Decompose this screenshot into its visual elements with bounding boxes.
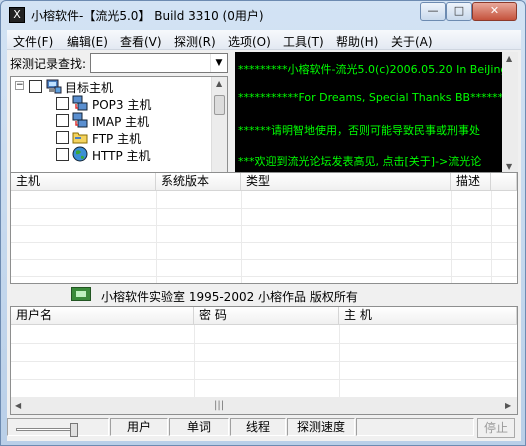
tree-item-imap[interactable]: IMAP 主机 xyxy=(11,112,211,129)
minimize-icon: — xyxy=(427,4,439,17)
tree-checkbox[interactable] xyxy=(56,131,69,144)
grid-line xyxy=(11,259,517,260)
search-input[interactable] xyxy=(91,54,209,72)
console-line: ***********For Dreams, Special Thanks BB… xyxy=(238,91,518,104)
host-list[interactable]: 主机 系统版本 类型 描述 xyxy=(10,172,518,284)
network-host-icon xyxy=(72,112,88,128)
scroll-up-icon[interactable]: ▲ xyxy=(506,54,512,63)
tree-label: IMAP 主机 xyxy=(92,115,150,129)
status-words: 单词 xyxy=(169,418,229,436)
app-window: X 小榕软件-【流光5.0】 Build 3310 (0用户) — □ ✕ 文件… xyxy=(0,0,526,446)
maximize-button[interactable]: □ xyxy=(446,2,472,21)
network-host-icon xyxy=(72,95,88,111)
app-icon: X xyxy=(9,7,25,23)
grid-line xyxy=(11,208,517,209)
close-button[interactable]: ✕ xyxy=(472,2,517,21)
status-bar: 用户 单词 线程 探测速度 停止 xyxy=(7,416,521,438)
column-header-filler xyxy=(491,173,517,191)
log-console[interactable]: *********小榕软件-流光5.0(c)2006.05.20 In BeiJ… xyxy=(235,52,518,192)
grid-line xyxy=(11,343,517,344)
status-threads: 线程 xyxy=(230,418,286,436)
menu-file[interactable]: 文件(F) xyxy=(13,33,53,50)
user-list-hscrollbar[interactable]: ◀ ||| ▶ xyxy=(11,397,517,414)
tree-checkbox[interactable] xyxy=(56,97,69,110)
tree-item-pop3[interactable]: POP3 主机 xyxy=(11,95,211,112)
window-title: 小榕软件-【流光5.0】 Build 3310 (0用户) xyxy=(31,9,264,23)
console-vscrollbar[interactable]: ▲ ▼ xyxy=(502,52,518,175)
title-bar[interactable]: X 小榕软件-【流光5.0】 Build 3310 (0用户) — □ ✕ xyxy=(1,1,525,29)
scroll-right-icon[interactable]: ▶ xyxy=(505,401,511,410)
client-area: 文件(F) 编辑(E) 查看(V) 探测(R) 选项(O) 工具(T) 帮助(H… xyxy=(7,30,521,441)
search-label: 探测记录查找: xyxy=(10,57,87,71)
column-header-desc[interactable]: 描述 xyxy=(451,173,491,191)
status-empty xyxy=(356,418,474,436)
slider-thumb[interactable] xyxy=(70,423,78,437)
console-line: ******请明智地使用，否则可能导致民事或刑事处 xyxy=(238,124,480,137)
menu-about[interactable]: 关于(A) xyxy=(391,33,433,50)
grid-line xyxy=(11,276,517,277)
copyright-text: 小榕软件实验室 1995-2002 小榕作品 版权所有 xyxy=(101,290,358,304)
minimize-button[interactable]: — xyxy=(420,2,446,21)
folder-icon xyxy=(72,129,88,145)
tree-checkbox[interactable] xyxy=(56,114,69,127)
chevron-down-icon[interactable]: ▼ xyxy=(210,54,227,72)
menu-edit[interactable]: 编辑(E) xyxy=(67,33,108,50)
tree-item-http[interactable]: HTTP 主机 xyxy=(11,146,211,163)
scroll-left-icon[interactable]: ◀ xyxy=(15,401,21,410)
scroll-down-icon[interactable]: ▼ xyxy=(506,162,512,171)
user-list[interactable]: 用户名 密 码 主 机 ◀ ||| ▶ xyxy=(10,306,518,415)
grid-line xyxy=(491,191,492,283)
tree-label: 目标主机 xyxy=(65,81,114,95)
tree-checkbox[interactable] xyxy=(56,148,69,161)
speed-slider[interactable] xyxy=(7,418,109,437)
console-line: *********小榕软件-流光5.0(c)2006.05.20 In BeiJ… xyxy=(238,63,508,76)
tree-label: FTP 主机 xyxy=(92,132,142,146)
grid-line xyxy=(241,191,242,283)
grid-line xyxy=(11,361,517,362)
scroll-thumb[interactable] xyxy=(214,95,225,115)
menu-bar: 文件(F) 编辑(E) 查看(V) 探测(R) 选项(O) 工具(T) 帮助(H… xyxy=(7,30,521,50)
tree-checkbox[interactable] xyxy=(29,80,42,93)
column-header-host[interactable]: 主机 xyxy=(11,173,156,191)
scroll-grip-icon[interactable]: ||| xyxy=(214,400,224,411)
column-header-password[interactable]: 密 码 xyxy=(194,307,339,325)
grid-line xyxy=(11,379,517,380)
grid-line xyxy=(11,242,517,243)
column-header-username[interactable]: 用户名 xyxy=(11,307,194,325)
menu-view[interactable]: 查看(V) xyxy=(120,33,162,50)
computer-icon xyxy=(46,78,62,94)
tree-item-root[interactable]: − 目标主机 xyxy=(11,78,211,95)
column-header-os[interactable]: 系统版本 xyxy=(156,173,241,191)
tree-item-ftp[interactable]: FTP 主机 xyxy=(11,129,211,146)
tree-label: HTTP 主机 xyxy=(92,149,151,163)
collapse-icon[interactable]: − xyxy=(15,81,24,90)
search-combobox[interactable]: ▼ xyxy=(90,53,228,73)
menu-tools[interactable]: 工具(T) xyxy=(283,33,324,50)
status-probe-speed: 探测速度 xyxy=(287,418,355,436)
menu-probe[interactable]: 探测(R) xyxy=(174,33,216,50)
tree-label: POP3 主机 xyxy=(92,98,152,112)
menu-options[interactable]: 选项(O) xyxy=(228,33,271,50)
grid-line xyxy=(11,225,517,226)
close-icon: ✕ xyxy=(489,4,500,17)
menu-help[interactable]: 帮助(H) xyxy=(336,33,378,50)
maximize-icon: □ xyxy=(453,4,465,17)
stop-button[interactable]: 停止 xyxy=(477,418,515,438)
slider-track[interactable] xyxy=(16,428,71,431)
globe-icon xyxy=(72,146,88,162)
status-users: 用户 xyxy=(110,418,168,436)
lab-logo-icon xyxy=(71,287,91,301)
console-line: ***欢迎到流光论坛发表高见, 点击[关于]->流光论 xyxy=(238,155,482,168)
column-header-type[interactable]: 类型 xyxy=(241,173,451,191)
copyright-bar: 小榕软件实验室 1995-2002 小榕作品 版权所有 xyxy=(7,284,521,306)
grid-line xyxy=(156,191,157,283)
column-header-host[interactable]: 主 机 xyxy=(339,307,517,325)
scroll-up-icon[interactable]: ▲ xyxy=(216,79,222,88)
grid-line xyxy=(451,191,452,283)
